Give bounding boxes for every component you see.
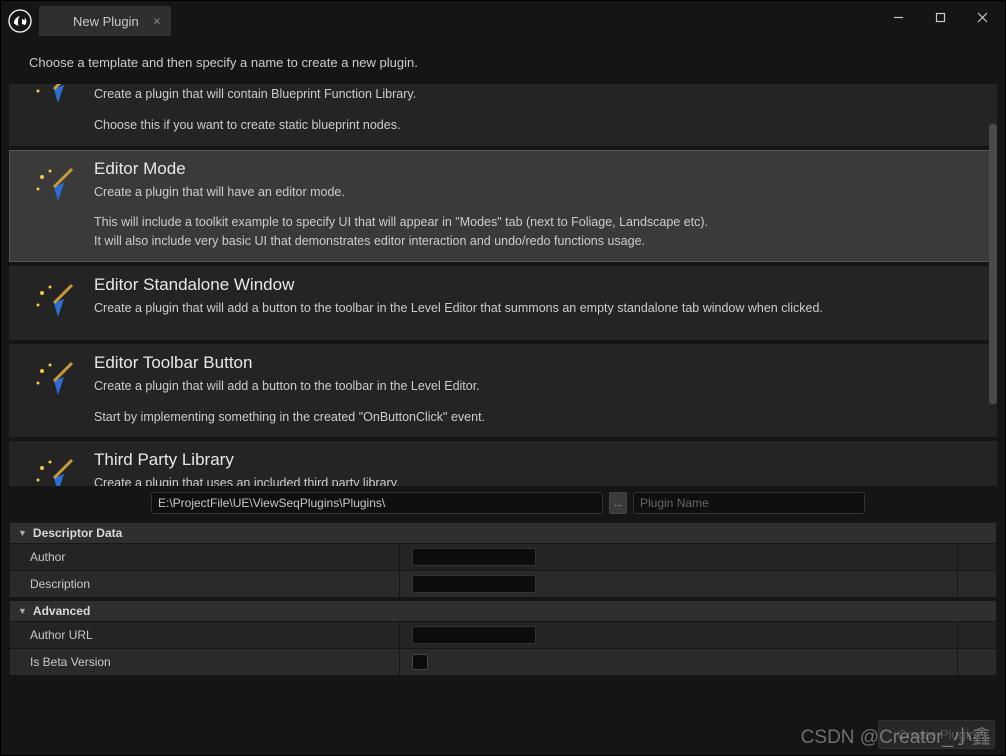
template-info: Editor Mode Create a plugin that will ha… <box>94 159 982 251</box>
close-icon[interactable]: × <box>153 14 161 29</box>
template-title: Editor Toolbar Button <box>94 353 982 373</box>
prop-row-author: Author <box>9 544 997 571</box>
template-item-toolbar-button[interactable]: Editor Toolbar Button Create a plugin th… <box>9 344 997 438</box>
window-controls <box>877 3 1003 31</box>
template-info: Editor Standalone Window Create a plugin… <box>94 275 982 318</box>
template-description: It will also include very basic UI that … <box>94 232 982 251</box>
prop-label: Author <box>10 544 400 570</box>
plugin-wizard-icon <box>28 84 80 115</box>
prop-row-description: Description <box>9 571 997 598</box>
prop-label: Is Beta Version <box>10 649 400 675</box>
prop-label: Description <box>10 571 400 597</box>
template-description: Create a plugin that will contain Bluepr… <box>94 85 982 104</box>
unreal-logo-icon <box>7 8 33 34</box>
path-row: ... <box>1 486 1005 520</box>
titlebar: New Plugin × <box>1 1 1005 41</box>
template-item[interactable]: Create a plugin that will contain Bluepr… <box>9 84 997 146</box>
prop-label: Author URL <box>10 622 400 648</box>
prop-row-is-beta: Is Beta Version <box>9 649 997 676</box>
template-item-standalone-window[interactable]: Editor Standalone Window Create a plugin… <box>9 266 997 340</box>
plugin-name-input[interactable] <box>633 492 865 514</box>
maximize-button[interactable] <box>919 3 961 31</box>
section-title: Advanced <box>33 604 90 618</box>
template-info: Create a plugin that will contain Bluepr… <box>94 85 982 135</box>
author-field[interactable] <box>412 548 536 566</box>
tab-new-plugin[interactable]: New Plugin × <box>39 6 171 36</box>
instruction-text: Choose a template and then specify a nam… <box>1 41 1005 84</box>
template-description: Create a plugin that will add a button t… <box>94 299 982 318</box>
footer: Create Plugin <box>1 713 1005 755</box>
plugin-path-input[interactable] <box>151 492 603 514</box>
template-description: Choose this if you want to create static… <box>94 116 982 135</box>
plugin-wizard-icon <box>28 161 80 213</box>
template-item-editor-mode[interactable]: Editor Mode Create a plugin that will ha… <box>9 150 997 262</box>
is-beta-checkbox[interactable] <box>412 654 428 670</box>
template-list: Create a plugin that will contain Bluepr… <box>9 84 997 486</box>
template-description: Create a plugin that uses an included th… <box>94 474 982 486</box>
description-field[interactable] <box>412 575 536 593</box>
plugin-wizard-icon <box>28 277 80 329</box>
template-description: Create a plugin that will add a button t… <box>94 377 982 396</box>
minimize-button[interactable] <box>877 3 919 31</box>
section-advanced[interactable]: ▼ Advanced <box>9 600 997 622</box>
plugin-wizard-icon <box>28 355 80 407</box>
template-description: Create a plugin that will have an editor… <box>94 183 982 202</box>
plugin-wizard-icon <box>28 452 80 486</box>
template-info: Editor Toolbar Button Create a plugin th… <box>94 353 982 427</box>
browse-button[interactable]: ... <box>609 492 627 514</box>
tab-title: New Plugin <box>73 14 139 29</box>
template-info: Third Party Library Create a plugin that… <box>94 450 982 486</box>
chevron-down-icon: ▼ <box>18 606 27 616</box>
close-button[interactable] <box>961 3 1003 31</box>
author-url-field[interactable] <box>412 626 536 644</box>
scrollbar[interactable] <box>989 124 997 404</box>
create-plugin-button[interactable]: Create Plugin <box>878 720 995 749</box>
template-item-third-party[interactable]: Third Party Library Create a plugin that… <box>9 441 997 486</box>
prop-row-author-url: Author URL <box>9 622 997 649</box>
template-title: Editor Mode <box>94 159 982 179</box>
section-title: Descriptor Data <box>33 526 122 540</box>
section-descriptor-data[interactable]: ▼ Descriptor Data <box>9 522 997 544</box>
template-title: Editor Standalone Window <box>94 275 982 295</box>
chevron-down-icon: ▼ <box>18 528 27 538</box>
template-description: Start by implementing something in the c… <box>94 408 982 427</box>
template-title: Third Party Library <box>94 450 982 470</box>
template-description: This will include a toolkit example to s… <box>94 213 982 232</box>
